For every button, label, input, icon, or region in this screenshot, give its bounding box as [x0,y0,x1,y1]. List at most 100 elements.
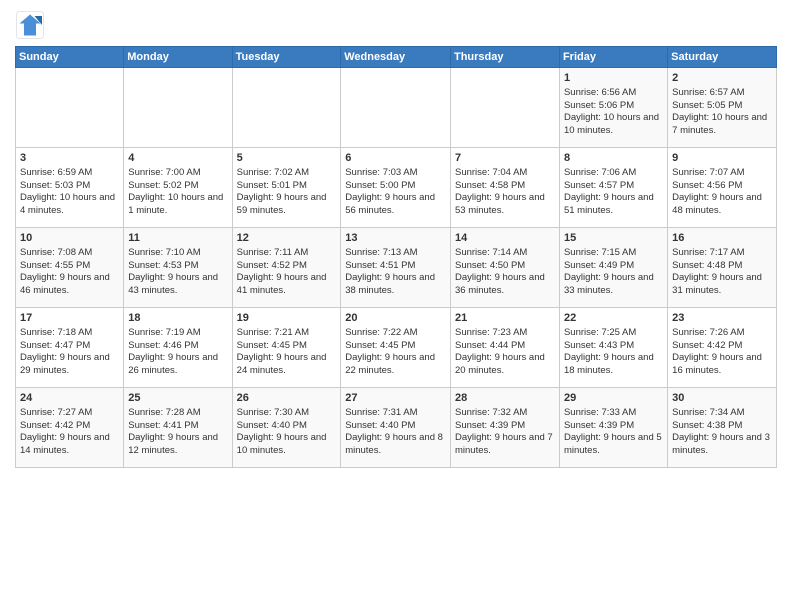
calendar-cell [450,68,559,148]
day-info: Sunrise: 6:57 AMSunset: 5:05 PMDaylight:… [672,87,772,138]
day-info: Sunrise: 7:33 AMSunset: 4:39 PMDaylight:… [564,407,663,458]
calendar-cell: 24Sunrise: 7:27 AMSunset: 4:42 PMDayligh… [16,388,124,468]
week-row-0: 1Sunrise: 6:56 AMSunset: 5:06 PMDaylight… [16,68,777,148]
day-info: Sunrise: 7:04 AMSunset: 4:58 PMDaylight:… [455,167,555,218]
calendar-cell: 30Sunrise: 7:34 AMSunset: 4:38 PMDayligh… [668,388,777,468]
day-number: 21 [455,311,555,326]
calendar-cell: 5Sunrise: 7:02 AMSunset: 5:01 PMDaylight… [232,148,341,228]
calendar-cell: 4Sunrise: 7:00 AMSunset: 5:02 PMDaylight… [124,148,232,228]
day-info: Sunrise: 7:10 AMSunset: 4:53 PMDaylight:… [128,247,227,298]
day-number: 3 [20,151,119,166]
calendar-body: 1Sunrise: 6:56 AMSunset: 5:06 PMDaylight… [16,68,777,468]
day-number: 10 [20,231,119,246]
calendar-cell: 19Sunrise: 7:21 AMSunset: 4:45 PMDayligh… [232,308,341,388]
calendar-cell: 15Sunrise: 7:15 AMSunset: 4:49 PMDayligh… [559,228,667,308]
calendar-cell: 1Sunrise: 6:56 AMSunset: 5:06 PMDaylight… [559,68,667,148]
calendar-cell: 21Sunrise: 7:23 AMSunset: 4:44 PMDayligh… [450,308,559,388]
day-info: Sunrise: 7:25 AMSunset: 4:43 PMDaylight:… [564,327,663,378]
day-number: 28 [455,391,555,406]
calendar-cell: 10Sunrise: 7:08 AMSunset: 4:55 PMDayligh… [16,228,124,308]
calendar-cell: 18Sunrise: 7:19 AMSunset: 4:46 PMDayligh… [124,308,232,388]
calendar-cell [16,68,124,148]
day-info: Sunrise: 7:34 AMSunset: 4:38 PMDaylight:… [672,407,772,458]
week-row-3: 17Sunrise: 7:18 AMSunset: 4:47 PMDayligh… [16,308,777,388]
header-row: SundayMondayTuesdayWednesdayThursdayFrid… [16,47,777,68]
header-cell-sunday: Sunday [16,47,124,68]
calendar-cell: 25Sunrise: 7:28 AMSunset: 4:41 PMDayligh… [124,388,232,468]
calendar-cell: 8Sunrise: 7:06 AMSunset: 4:57 PMDaylight… [559,148,667,228]
day-info: Sunrise: 7:07 AMSunset: 4:56 PMDaylight:… [672,167,772,218]
calendar-cell: 26Sunrise: 7:30 AMSunset: 4:40 PMDayligh… [232,388,341,468]
day-info: Sunrise: 7:23 AMSunset: 4:44 PMDaylight:… [455,327,555,378]
day-number: 27 [345,391,446,406]
header-cell-monday: Monday [124,47,232,68]
calendar-cell: 20Sunrise: 7:22 AMSunset: 4:45 PMDayligh… [341,308,451,388]
calendar-cell [232,68,341,148]
day-info: Sunrise: 7:06 AMSunset: 4:57 PMDaylight:… [564,167,663,218]
day-info: Sunrise: 7:14 AMSunset: 4:50 PMDaylight:… [455,247,555,298]
calendar-cell: 12Sunrise: 7:11 AMSunset: 4:52 PMDayligh… [232,228,341,308]
header-cell-wednesday: Wednesday [341,47,451,68]
calendar-cell: 9Sunrise: 7:07 AMSunset: 4:56 PMDaylight… [668,148,777,228]
week-row-4: 24Sunrise: 7:27 AMSunset: 4:42 PMDayligh… [16,388,777,468]
day-number: 18 [128,311,227,326]
day-number: 2 [672,71,772,86]
page: SundayMondayTuesdayWednesdayThursdayFrid… [0,0,792,612]
calendar-cell: 13Sunrise: 7:13 AMSunset: 4:51 PMDayligh… [341,228,451,308]
day-number: 19 [237,311,337,326]
calendar-cell: 7Sunrise: 7:04 AMSunset: 4:58 PMDaylight… [450,148,559,228]
day-number: 12 [237,231,337,246]
day-number: 8 [564,151,663,166]
day-info: Sunrise: 7:28 AMSunset: 4:41 PMDaylight:… [128,407,227,458]
calendar-cell: 27Sunrise: 7:31 AMSunset: 4:40 PMDayligh… [341,388,451,468]
day-info: Sunrise: 7:22 AMSunset: 4:45 PMDaylight:… [345,327,446,378]
day-info: Sunrise: 7:31 AMSunset: 4:40 PMDaylight:… [345,407,446,458]
day-info: Sunrise: 7:27 AMSunset: 4:42 PMDaylight:… [20,407,119,458]
day-number: 6 [345,151,446,166]
day-info: Sunrise: 7:02 AMSunset: 5:01 PMDaylight:… [237,167,337,218]
header-cell-friday: Friday [559,47,667,68]
calendar-cell: 6Sunrise: 7:03 AMSunset: 5:00 PMDaylight… [341,148,451,228]
day-info: Sunrise: 7:18 AMSunset: 4:47 PMDaylight:… [20,327,119,378]
day-info: Sunrise: 7:17 AMSunset: 4:48 PMDaylight:… [672,247,772,298]
header-cell-tuesday: Tuesday [232,47,341,68]
day-info: Sunrise: 7:19 AMSunset: 4:46 PMDaylight:… [128,327,227,378]
calendar-cell [341,68,451,148]
day-number: 30 [672,391,772,406]
day-number: 25 [128,391,227,406]
day-info: Sunrise: 7:11 AMSunset: 4:52 PMDaylight:… [237,247,337,298]
day-info: Sunrise: 7:15 AMSunset: 4:49 PMDaylight:… [564,247,663,298]
day-info: Sunrise: 6:56 AMSunset: 5:06 PMDaylight:… [564,87,663,138]
week-row-2: 10Sunrise: 7:08 AMSunset: 4:55 PMDayligh… [16,228,777,308]
day-info: Sunrise: 7:32 AMSunset: 4:39 PMDaylight:… [455,407,555,458]
day-number: 13 [345,231,446,246]
day-number: 14 [455,231,555,246]
day-number: 4 [128,151,227,166]
day-number: 23 [672,311,772,326]
calendar-cell: 29Sunrise: 7:33 AMSunset: 4:39 PMDayligh… [559,388,667,468]
day-info: Sunrise: 7:26 AMSunset: 4:42 PMDaylight:… [672,327,772,378]
day-number: 11 [128,231,227,246]
day-info: Sunrise: 7:00 AMSunset: 5:02 PMDaylight:… [128,167,227,218]
header-cell-thursday: Thursday [450,47,559,68]
calendar-cell: 16Sunrise: 7:17 AMSunset: 4:48 PMDayligh… [668,228,777,308]
day-number: 22 [564,311,663,326]
calendar-cell: 23Sunrise: 7:26 AMSunset: 4:42 PMDayligh… [668,308,777,388]
calendar-header: SundayMondayTuesdayWednesdayThursdayFrid… [16,47,777,68]
day-number: 9 [672,151,772,166]
day-number: 24 [20,391,119,406]
calendar-cell: 14Sunrise: 7:14 AMSunset: 4:50 PMDayligh… [450,228,559,308]
day-info: Sunrise: 7:21 AMSunset: 4:45 PMDaylight:… [237,327,337,378]
day-number: 20 [345,311,446,326]
header-cell-saturday: Saturday [668,47,777,68]
week-row-1: 3Sunrise: 6:59 AMSunset: 5:03 PMDaylight… [16,148,777,228]
day-info: Sunrise: 7:08 AMSunset: 4:55 PMDaylight:… [20,247,119,298]
calendar-cell: 17Sunrise: 7:18 AMSunset: 4:47 PMDayligh… [16,308,124,388]
header [15,10,777,40]
day-number: 7 [455,151,555,166]
calendar-cell: 28Sunrise: 7:32 AMSunset: 4:39 PMDayligh… [450,388,559,468]
day-info: Sunrise: 7:03 AMSunset: 5:00 PMDaylight:… [345,167,446,218]
day-number: 29 [564,391,663,406]
calendar-cell [124,68,232,148]
logo-icon [15,10,45,40]
